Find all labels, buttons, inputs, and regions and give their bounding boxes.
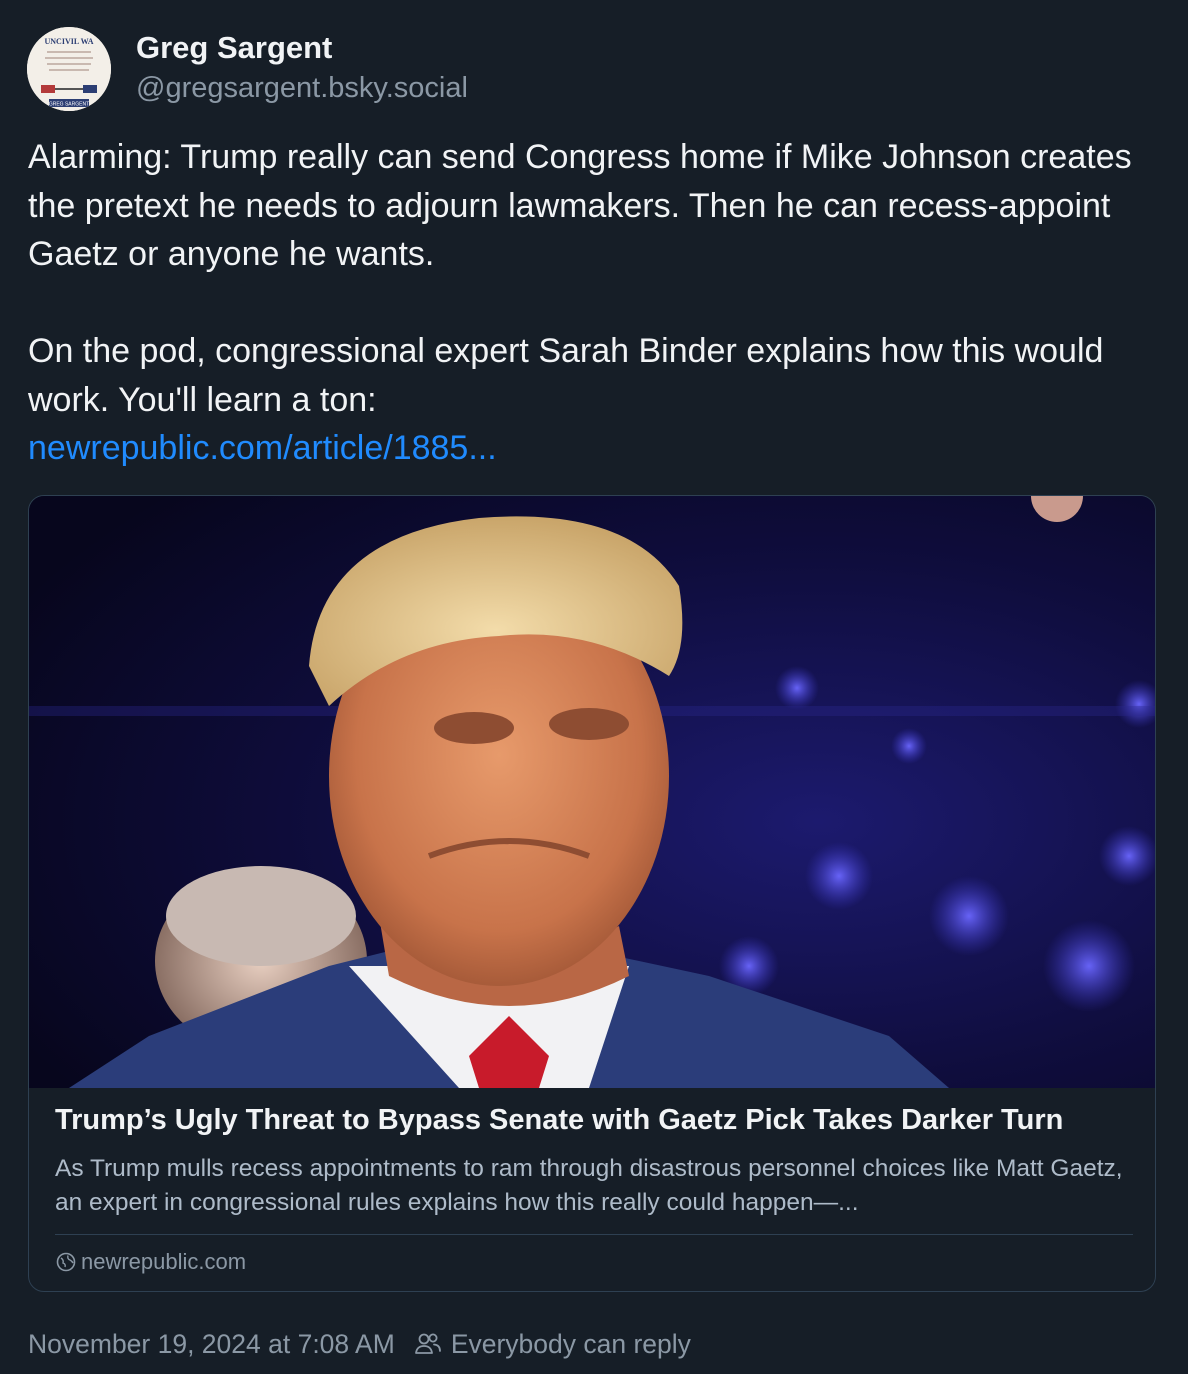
link-preview-card[interactable]: Trump’s Ugly Threat to Bypass Senate wit… [28,495,1156,1292]
post-thread-item: UNCIVIL WA GREG SARGENT Greg Sargent @gr… [0,0,1188,1374]
reply-setting[interactable]: Everybody can reply [451,1329,691,1360]
card-domain: newrepublic.com [55,1247,246,1277]
author-avatar[interactable]: UNCIVIL WA GREG SARGENT [27,27,111,111]
card-title[interactable]: Trump’s Ugly Threat to Bypass Senate wit… [55,1104,1135,1137]
card-divider [55,1234,1133,1235]
people-icon [413,1329,443,1359]
post-paragraph: Alarming: Trump really can send Congress… [28,138,1132,273]
author-handle[interactable]: @gregsargent.bsky.social [136,72,468,105]
post-link[interactable]: newrepublic.com/article/1885... [28,424,1168,473]
post-text: Alarming: Trump really can send Congress… [28,133,1168,473]
author-display-name[interactable]: Greg Sargent [136,30,332,66]
post-footer: November 19, 2024 at 7:08 AM Everybody c… [28,1326,691,1362]
card-description: As Trump mulls recess appointments to ra… [55,1155,1123,1216]
post-paragraph: On the pod, congressional expert Sarah B… [28,327,1168,473]
post-paragraph-text: On the pod, congressional expert Sarah B… [28,332,1104,419]
card-domain-text: newrepublic.com [81,1249,247,1274]
post-timestamp: November 19, 2024 at 7:08 AM [28,1328,395,1359]
globe-icon [55,1251,77,1273]
card-image[interactable] [29,496,1156,1088]
avatar-title-text: UNCIVIL WA [45,37,94,46]
avatar-author-text: GREG SARGENT [49,102,89,108]
book-cover-icon: UNCIVIL WA GREG SARGENT [27,27,111,111]
